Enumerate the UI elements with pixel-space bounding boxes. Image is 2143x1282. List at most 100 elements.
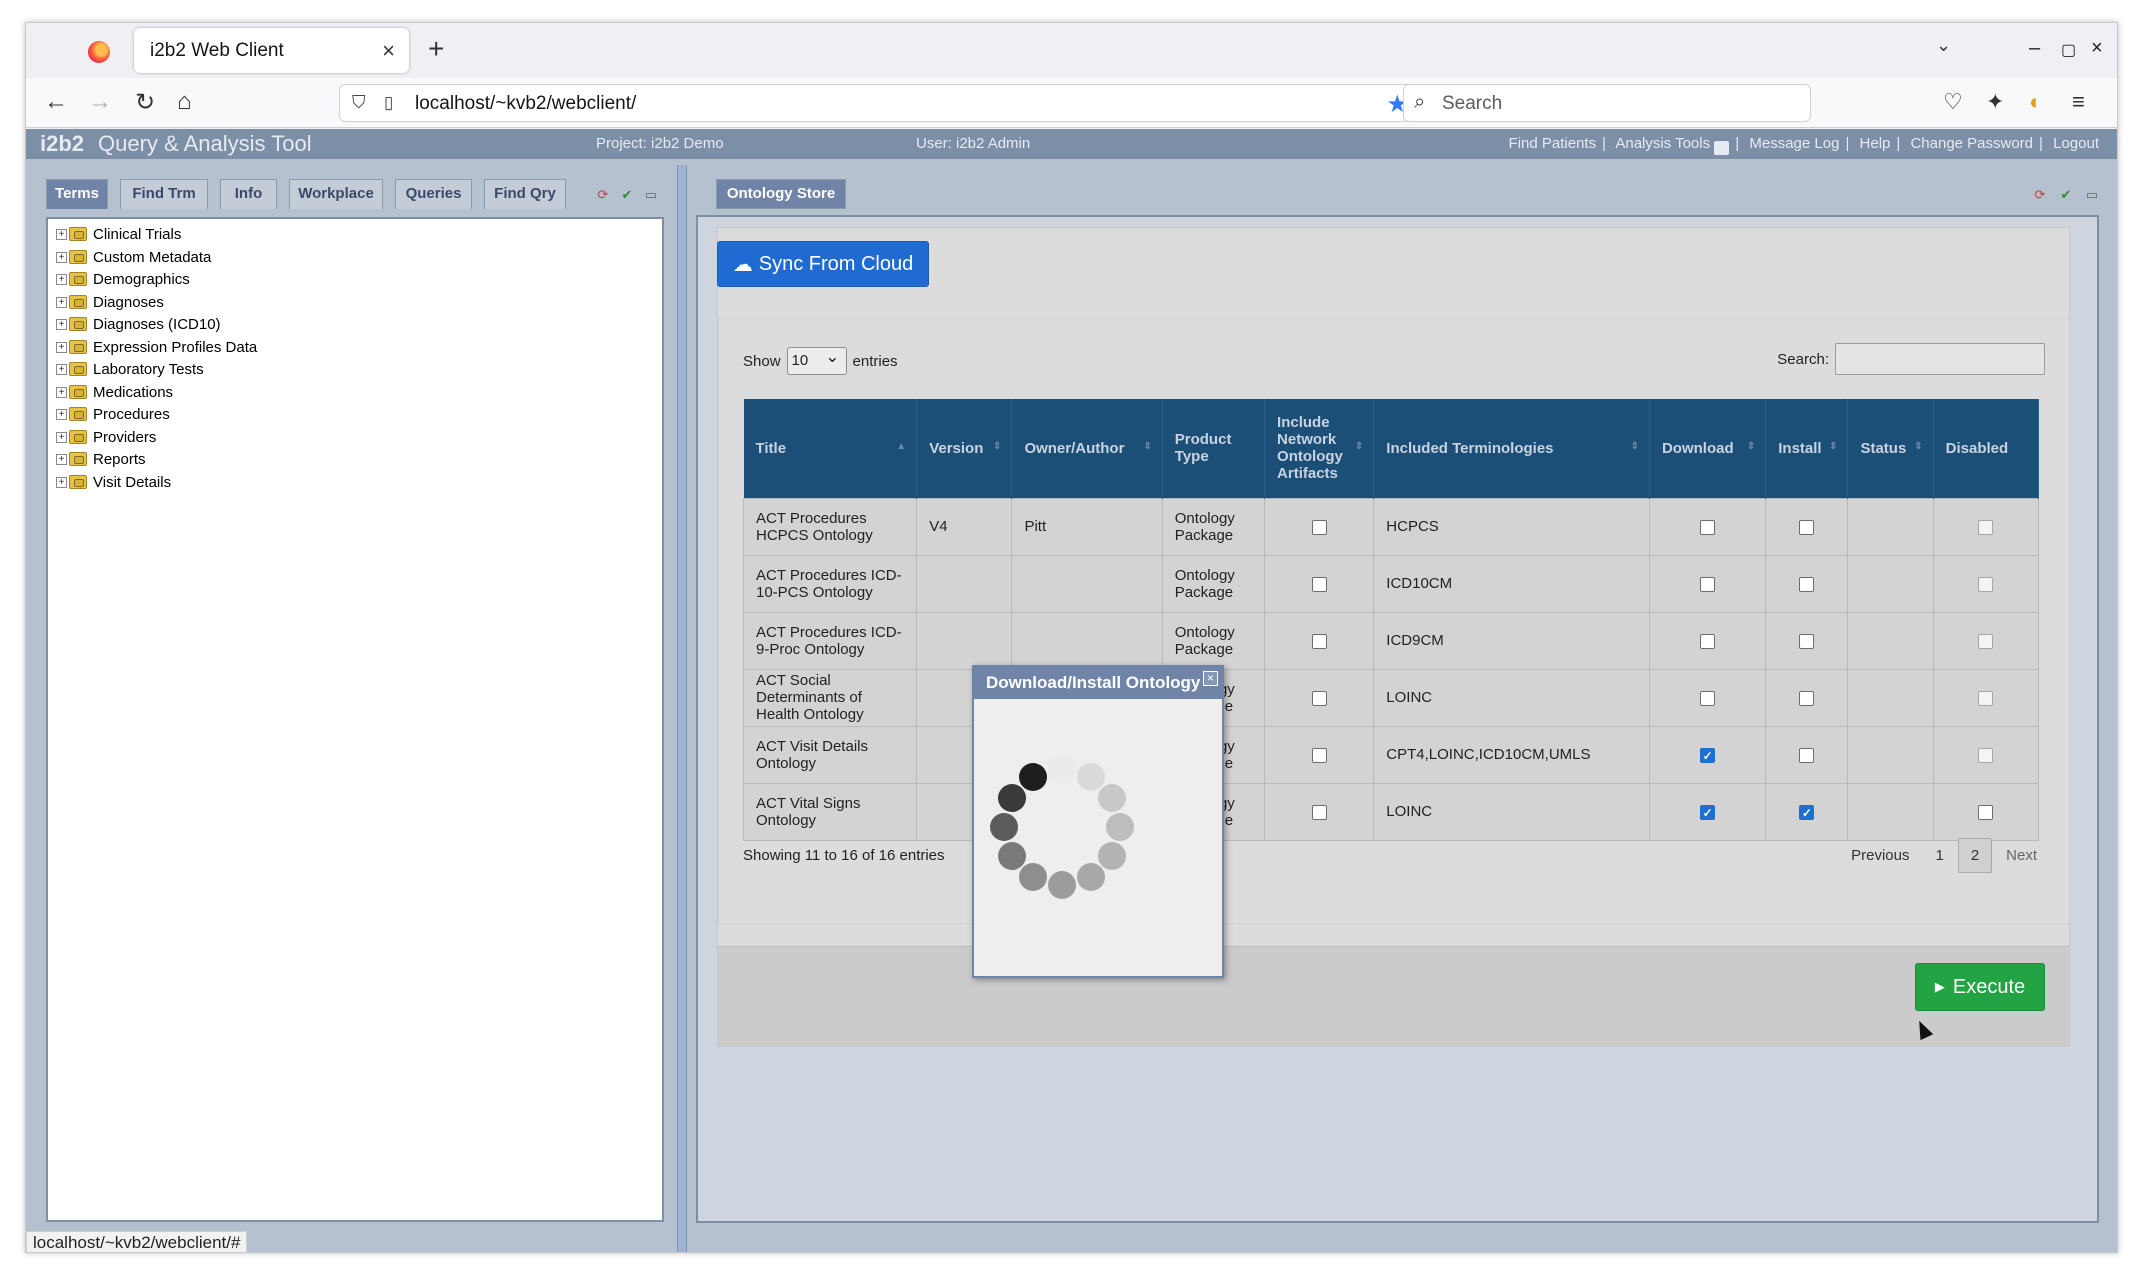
tab-terms[interactable]: Terms xyxy=(46,179,108,209)
expand-icon[interactable]: + xyxy=(56,273,67,285)
page-2-button[interactable]: 2 xyxy=(1957,837,1993,873)
column-header-status[interactable]: Status ⇕ xyxy=(1847,399,1934,498)
download-checkbox[interactable] xyxy=(1700,633,1716,649)
download-checkbox[interactable] xyxy=(1700,519,1716,535)
expand-icon[interactable]: + xyxy=(56,296,67,308)
disabled-checkbox[interactable] xyxy=(1978,747,1994,763)
refresh-icon[interactable]: ⟳ xyxy=(2032,187,2048,203)
include-network-checkbox[interactable] xyxy=(1311,576,1327,592)
install-checkbox[interactable] xyxy=(1799,519,1815,535)
disabled-checkbox[interactable] xyxy=(1978,804,1994,820)
download-checkbox[interactable] xyxy=(1700,576,1716,592)
back-icon[interactable]: ← xyxy=(44,88,68,116)
window-close-icon[interactable]: × xyxy=(2091,37,2103,60)
account-icon[interactable]: ◐ xyxy=(2029,89,2042,115)
column-header-install[interactable]: Install ⇕ xyxy=(1765,399,1849,498)
shield-icon[interactable]: ⛉ xyxy=(352,92,366,113)
new-tab-icon[interactable]: + xyxy=(428,33,444,65)
next-page-button[interactable]: Next xyxy=(1994,839,2049,872)
tree-item[interactable]: + Demographics xyxy=(56,268,190,290)
page-info-icon[interactable]: ▯ xyxy=(384,93,393,113)
execute-button[interactable]: ▶ Execute xyxy=(1915,963,2045,1011)
install-checkbox[interactable]: ✓ xyxy=(1799,804,1815,820)
tree-item[interactable]: + Laboratory Tests xyxy=(56,358,204,380)
column-header-owner[interactable]: Owner/Author ⇕ xyxy=(1011,399,1163,498)
resize-panel-icon[interactable]: ▭ xyxy=(2084,187,2100,203)
expand-icon[interactable]: + xyxy=(56,318,67,330)
pocket-icon[interactable]: ♡ xyxy=(1943,89,1963,115)
browser-tab[interactable]: i2b2 Web Client × xyxy=(134,28,409,73)
modal-close-icon[interactable]: × xyxy=(1203,671,1218,686)
expand-icon[interactable]: + xyxy=(56,431,67,443)
disabled-checkbox[interactable] xyxy=(1978,690,1994,706)
minimize-icon[interactable]: – xyxy=(2029,37,2040,60)
tree-item[interactable]: + Medications xyxy=(56,381,173,403)
change-password-link[interactable]: Change Password xyxy=(1910,135,2033,152)
url-bar[interactable]: ⛉ ▯ localhost/~kvb2/webclient/ ★ xyxy=(339,84,1419,122)
download-checkbox[interactable]: ✓ xyxy=(1700,747,1716,763)
include-network-checkbox[interactable] xyxy=(1311,519,1327,535)
refresh-icon[interactable]: ⟳ xyxy=(595,187,611,203)
tree-item[interactable]: + Procedures xyxy=(56,403,170,425)
include-network-checkbox[interactable] xyxy=(1311,747,1327,763)
column-header-disabled[interactable]: Disabled xyxy=(1933,399,2040,498)
expand-icon[interactable]: + xyxy=(56,341,67,353)
include-network-checkbox[interactable] xyxy=(1311,690,1327,706)
help-link[interactable]: Help xyxy=(1860,135,1891,152)
disabled-checkbox[interactable] xyxy=(1978,633,1994,649)
install-checkbox[interactable] xyxy=(1799,690,1815,706)
table-search-input[interactable] xyxy=(1835,343,2045,375)
forward-icon[interactable]: → xyxy=(88,88,112,116)
tab-find-qry[interactable]: Find Qry xyxy=(484,179,566,209)
maximize-icon[interactable]: ▢ xyxy=(2061,40,2076,60)
disabled-checkbox[interactable] xyxy=(1978,519,1994,535)
home-icon[interactable]: ⌂ xyxy=(177,88,192,116)
column-header-title[interactable]: Title ▲ xyxy=(743,399,918,498)
tab-info[interactable]: Info xyxy=(220,179,277,209)
message-log-link[interactable]: Message Log xyxy=(1749,135,1839,152)
disabled-checkbox[interactable] xyxy=(1978,576,1994,592)
column-header-product-type[interactable]: Product Type xyxy=(1162,399,1266,498)
column-header-download[interactable]: Download ⇕ xyxy=(1649,399,1767,498)
expand-icon[interactable]: + xyxy=(56,476,67,488)
tab-workplace[interactable]: Workplace xyxy=(289,179,383,209)
expand-icon[interactable]: + xyxy=(56,408,67,420)
tree-item[interactable]: + Clinical Trials xyxy=(56,223,181,245)
expand-icon[interactable]: + xyxy=(56,453,67,465)
expand-icon[interactable]: + xyxy=(56,363,67,375)
tree-item[interactable]: + Diagnoses xyxy=(56,291,164,313)
tab-ontology-store[interactable]: Ontology Store xyxy=(716,179,846,209)
previous-page-button[interactable]: Previous xyxy=(1839,839,1921,872)
find-patients-link[interactable]: Find Patients xyxy=(1509,135,1597,152)
expand-icon[interactable]: + xyxy=(56,228,67,240)
resize-panel-icon[interactable]: ▭ xyxy=(643,187,659,203)
tree-item[interactable]: + Custom Metadata xyxy=(56,246,211,268)
tree-item[interactable]: + Visit Details xyxy=(56,471,171,493)
tree-item[interactable]: + Expression Profiles Data xyxy=(56,336,257,358)
download-checkbox[interactable] xyxy=(1700,690,1716,706)
tree-item[interactable]: + Providers xyxy=(56,426,156,448)
close-tab-icon[interactable]: × xyxy=(382,38,395,64)
tab-find-trm[interactable]: Find Trm xyxy=(120,179,208,209)
dropdown-arrow-icon[interactable]: ▼ xyxy=(1714,141,1730,155)
options-icon[interactable]: ✔ xyxy=(2058,187,2074,203)
search-bar[interactable]: ⌕ Search xyxy=(1403,84,1811,122)
logout-link[interactable]: Logout xyxy=(2053,135,2099,152)
reload-icon[interactable]: ↻ xyxy=(135,88,155,117)
column-header-include-network[interactable]: Include Network Ontology Artifacts ⇕ xyxy=(1264,399,1375,498)
sync-from-cloud-button[interactable]: ☁ Sync From Cloud xyxy=(717,241,929,287)
analysis-tools-link[interactable]: Analysis Tools xyxy=(1615,135,1710,152)
include-network-checkbox[interactable] xyxy=(1311,633,1327,649)
column-header-terminologies[interactable]: Included Terminologies ⇕ xyxy=(1373,399,1650,498)
entries-select[interactable]: 10 xyxy=(786,344,847,375)
install-checkbox[interactable] xyxy=(1799,576,1815,592)
list-all-tabs-icon[interactable]: ⌄ xyxy=(1936,35,1951,56)
download-checkbox[interactable]: ✓ xyxy=(1700,804,1716,820)
tree-item[interactable]: + Reports xyxy=(56,448,146,470)
expand-icon[interactable]: + xyxy=(56,251,67,263)
include-network-checkbox[interactable] xyxy=(1311,804,1327,820)
column-header-version[interactable]: Version ⇕ xyxy=(916,399,1013,498)
page-1-button[interactable]: 1 xyxy=(1923,839,1955,872)
expand-icon[interactable]: + xyxy=(56,386,67,398)
panel-splitter[interactable] xyxy=(677,165,687,1252)
